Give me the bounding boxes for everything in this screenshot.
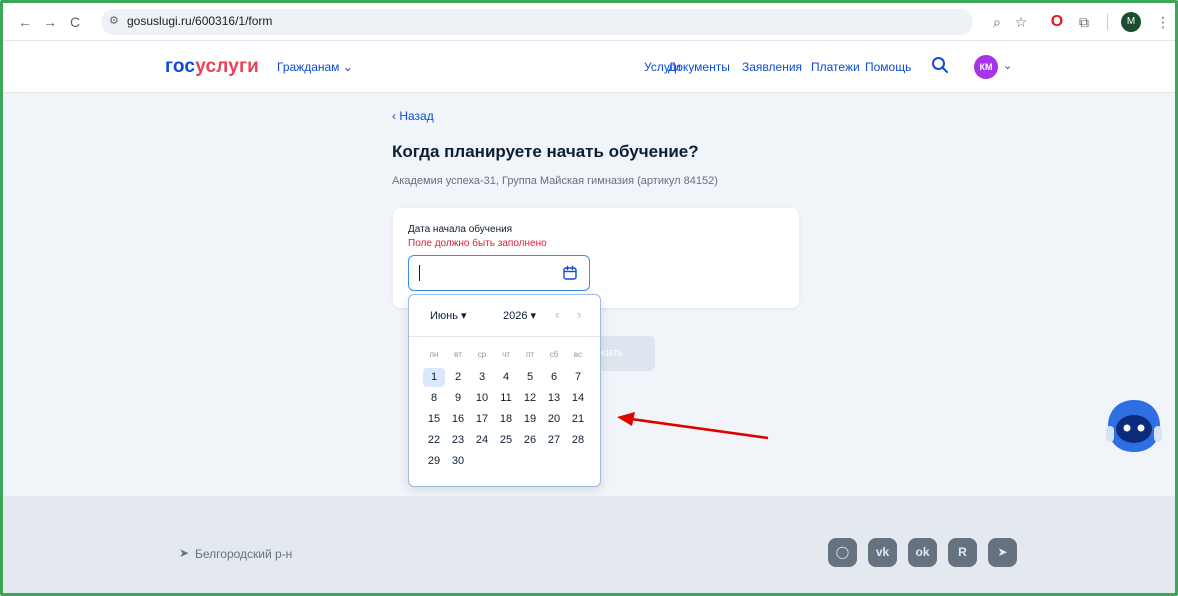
bookmark-star-icon[interactable]: ☆ — [1011, 12, 1031, 32]
year-label: 2026 — [503, 310, 528, 322]
calendar-day[interactable]: 29 — [423, 452, 445, 471]
app-frame: ← → C ⚙ gosuslugi.ru/600316/1/form ⌕ ☆ O… — [0, 0, 1178, 596]
chevron-down-icon[interactable]: ⌄ — [1003, 59, 1012, 72]
calendar-day[interactable]: 5 — [519, 368, 541, 387]
forward-arrow-icon[interactable]: → — [40, 12, 60, 32]
form-card: Дата начала обучения Поле должно быть за… — [393, 208, 799, 308]
back-link[interactable]: ‹ Назад — [392, 109, 434, 123]
weekday-label: чт — [502, 350, 510, 359]
text-caret — [419, 265, 420, 281]
more-menu-icon[interactable]: ⋮ — [1153, 12, 1173, 32]
gosuslugi-logo[interactable]: госуслуги — [165, 56, 259, 78]
nav-help[interactable]: Помощь — [865, 60, 911, 74]
calendar-day[interactable]: 17 — [471, 410, 493, 429]
calendar-day[interactable]: 18 — [495, 410, 517, 429]
year-select[interactable]: 2026 ▾ — [503, 309, 536, 322]
weekday-header: пн вт ср чт пт сб вс — [422, 349, 590, 361]
telegram-icon[interactable]: ➤ — [988, 538, 1017, 567]
url-text: gosuslugi.ru/600316/1/form — [127, 14, 273, 28]
page-subtitle: Академия успеха-31, Группа Майская гимна… — [392, 175, 718, 187]
browser-profile-avatar[interactable]: M — [1121, 12, 1141, 32]
calendar-day[interactable]: 9 — [447, 389, 469, 408]
field-label: Дата начала обучения — [408, 224, 513, 235]
calendar-day[interactable]: 20 — [543, 410, 565, 429]
next-month-icon[interactable]: › — [577, 307, 581, 322]
calendar-day[interactable]: 14 — [567, 389, 589, 408]
day-grid: 1 2 3 4 5 6 7 8 9 10 11 12 13 14 15 16 17 18 19 20 21 22 23 24 2… — [422, 368, 590, 473]
month-label: Июнь — [430, 310, 458, 322]
calendar-day[interactable]: 12 — [519, 389, 541, 408]
calendar-day[interactable]: 7 — [567, 368, 589, 387]
rutube-icon[interactable]: R — [948, 538, 977, 567]
datepicker-header: Июнь ▾ 2026 ▾ ‹ › — [409, 295, 600, 337]
calendar-day[interactable]: 13 — [543, 389, 565, 408]
continue-button-label: жить — [599, 347, 624, 359]
calendar-day[interactable]: 10 — [471, 389, 493, 408]
browser-toolbar: ← → C ⚙ gosuslugi.ru/600316/1/form ⌕ ☆ O… — [3, 3, 1175, 41]
citizens-menu[interactable]: Гражданам ⌄ — [277, 60, 353, 74]
footer: ➤ Белгородский р-н ◯ vk ok R ➤ — [3, 496, 1175, 593]
user-avatar[interactable]: КМ — [974, 55, 998, 79]
robot-assistant-icon[interactable] — [1104, 396, 1164, 456]
region-selector[interactable]: Белгородский р-н — [195, 547, 292, 561]
search-icon[interactable] — [931, 56, 949, 74]
page-title: Когда планируете начать обучение? — [392, 142, 699, 161]
month-select[interactable]: Июнь ▾ — [430, 309, 467, 322]
nav-applications[interactable]: Заявления — [742, 60, 802, 74]
extensions-puzzle-icon[interactable]: ⧉ — [1074, 12, 1094, 32]
logo-part-uslugi: услуги — [195, 56, 260, 77]
back-arrow-icon[interactable]: ← — [15, 12, 35, 32]
annotation-arrow — [617, 412, 769, 440]
weekday-label: вс — [573, 350, 583, 359]
calendar-day[interactable]: 3 — [471, 368, 493, 387]
weekday-label: пн — [429, 350, 439, 359]
prev-month-icon[interactable]: ‹ — [555, 307, 559, 322]
site-info-icon[interactable]: ⚙ — [109, 14, 119, 27]
max-icon[interactable]: ◯ — [828, 538, 857, 567]
calendar-icon[interactable] — [562, 265, 578, 281]
calendar-day[interactable]: 28 — [567, 431, 589, 450]
reload-icon[interactable]: C — [65, 12, 85, 32]
calendar-day[interactable]: 21 — [567, 410, 589, 429]
weekday-label: ср — [477, 350, 487, 359]
nav-payments[interactable]: Платежи — [811, 60, 860, 74]
nav-documents[interactable]: Документы — [668, 60, 730, 74]
calendar-day[interactable]: 2 — [447, 368, 469, 387]
datepicker: Июнь ▾ 2026 ▾ ‹ › пн вт ср чт пт сб вс 1234567… — [408, 294, 601, 487]
logo-part-gos: гос — [165, 56, 196, 77]
field-error: Поле должно быть заполнено — [408, 238, 547, 249]
calendar-day[interactable]: 8 — [423, 389, 445, 408]
weekday-label: пт — [526, 350, 534, 359]
calendar-day[interactable]: 11 — [495, 389, 517, 408]
calendar-day[interactable]: 15 — [423, 410, 445, 429]
weekday-label: вт — [454, 350, 462, 359]
location-arrow-icon[interactable]: ➤ — [179, 546, 189, 560]
calendar-day[interactable]: 24 — [471, 431, 493, 450]
ok-icon[interactable]: ok — [908, 538, 937, 567]
calendar-day[interactable]: 22 — [423, 431, 445, 450]
vk-icon[interactable]: vk — [868, 538, 897, 567]
toolbar-divider — [1107, 14, 1108, 30]
calendar-day[interactable]: 26 — [519, 431, 541, 450]
calendar-day[interactable]: 4 — [495, 368, 517, 387]
zoom-icon[interactable]: ⌕ — [987, 12, 1007, 32]
calendar-day[interactable]: 16 — [447, 410, 469, 429]
calendar-day[interactable]: 25 — [495, 431, 517, 450]
weekday-label: сб — [549, 350, 559, 359]
start-date-input[interactable] — [408, 255, 590, 291]
calendar-day[interactable]: 19 — [519, 410, 541, 429]
calendar-day-selected[interactable]: 1 — [423, 368, 445, 387]
address-bar[interactable]: ⚙ gosuslugi.ru/600316/1/form — [101, 9, 973, 35]
site-header: госуслуги Гражданам ⌄ Услуги Документы З… — [3, 41, 1175, 93]
calendar-day[interactable]: 23 — [447, 431, 469, 450]
opera-extension-icon[interactable]: O — [1047, 12, 1067, 32]
calendar-day[interactable]: 6 — [543, 368, 565, 387]
calendar-day[interactable]: 30 — [447, 452, 469, 471]
calendar-day[interactable]: 27 — [543, 431, 565, 450]
